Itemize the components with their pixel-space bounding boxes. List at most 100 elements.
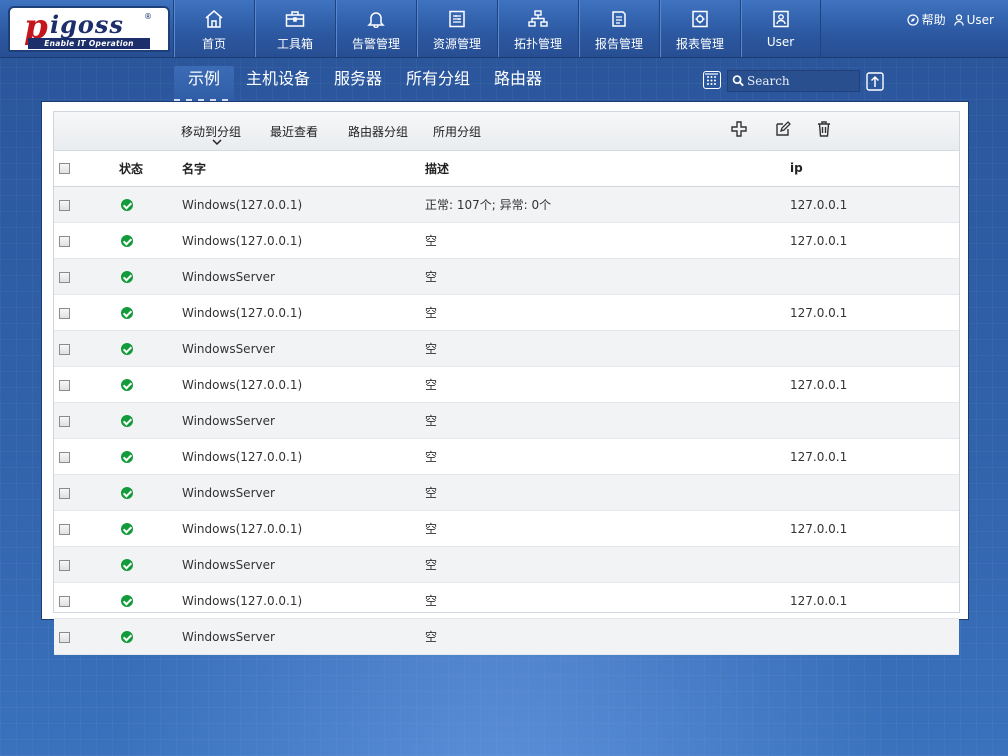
cell-name[interactable]: Windows(127.0.0.1) [181, 438, 424, 475]
row-checkbox[interactable] [59, 523, 70, 535]
row-checkbox[interactable] [59, 487, 70, 499]
cell-ip: 127.0.0.1 [789, 510, 959, 547]
cell-name[interactable]: Windows(127.0.0.1) [181, 294, 424, 331]
tab-hosts[interactable]: 主机设备 [234, 66, 322, 104]
add-icon[interactable] [731, 121, 747, 137]
nav-label: 首页 [201, 37, 226, 51]
cell-name[interactable]: Windows(127.0.0.1) [181, 510, 424, 547]
trash-icon[interactable] [817, 121, 831, 137]
cell-name[interactable]: WindowsServer [181, 546, 424, 583]
home-icon [205, 10, 223, 28]
status-ok-icon [121, 343, 133, 355]
table-row[interactable]: Windows(127.0.0.1) 空 127.0.0.1 [54, 438, 959, 475]
table-row[interactable]: Windows(127.0.0.1) 正常: 107个; 异常: 0个 127.0.… [54, 186, 959, 223]
col-status[interactable]: 状态 [118, 150, 181, 187]
report-icon [612, 11, 626, 27]
cell-name[interactable]: WindowsServer [181, 330, 424, 367]
router-group-button[interactable]: 路由器分组 [348, 123, 408, 140]
cell-name[interactable]: Windows(127.0.0.1) [181, 186, 424, 223]
used-group-button[interactable]: 所用分组 [433, 123, 481, 140]
cell-desc: 空 [424, 330, 789, 367]
row-checkbox[interactable] [59, 415, 70, 427]
row-checkbox[interactable] [59, 343, 70, 355]
move-to-group-button[interactable]: 移动到分组 [181, 123, 241, 140]
user-icon [953, 13, 964, 26]
cell-desc: 正常: 107个; 异常: 0个 [424, 186, 789, 223]
nav-label: 报告管理 [594, 37, 643, 51]
nav-resource[interactable]: 资源管理 [416, 0, 497, 57]
row-checkbox[interactable] [59, 235, 70, 247]
logo[interactable]: p igoss ® Enable IT Operation [8, 6, 170, 52]
cell-name[interactable]: WindowsServer [181, 618, 424, 655]
content-panel: 移动到分组 最近查看 路由器分组 所用分组 状态 名字 描述 ip Window… [41, 101, 969, 655]
cell-desc: 空 [424, 546, 789, 583]
select-all-checkbox[interactable] [59, 163, 70, 174]
nav-toolbox[interactable]: 工具箱 [254, 0, 335, 57]
user-link[interactable]: User [953, 13, 994, 27]
row-checkbox[interactable] [59, 199, 70, 211]
cell-name[interactable]: Windows(127.0.0.1) [181, 582, 424, 619]
col-name[interactable]: 名字 [181, 150, 424, 187]
cell-ip [789, 330, 959, 367]
help-link[interactable]: 帮助 [907, 11, 946, 28]
cell-desc: 空 [424, 366, 789, 403]
table-row[interactable]: WindowsServer 空 [54, 546, 959, 583]
row-checkbox[interactable] [59, 451, 70, 463]
topology-icon [528, 10, 548, 27]
table-row[interactable]: WindowsServer 空 [54, 258, 959, 295]
table-row[interactable]: WindowsServer 空 [54, 474, 959, 511]
row-checkbox[interactable] [59, 559, 70, 571]
grid-view-button[interactable] [703, 71, 721, 89]
table-row[interactable]: WindowsServer 空 [54, 618, 959, 655]
nav-topology[interactable]: 拓扑管理 [497, 0, 578, 57]
table-row[interactable]: Windows(127.0.0.1) 空 127.0.0.1 [54, 366, 959, 403]
cell-desc: 空 [424, 294, 789, 331]
cell-name[interactable]: Windows(127.0.0.1) [181, 222, 424, 259]
cell-ip: 127.0.0.1 [789, 366, 959, 403]
search-icon [732, 75, 744, 87]
logo-registered: ® [144, 12, 152, 21]
upload-icon [866, 72, 884, 91]
status-ok-icon [121, 559, 133, 571]
row-checkbox[interactable] [59, 307, 70, 319]
cell-name[interactable]: WindowsServer [181, 258, 424, 295]
tab-all-groups[interactable]: 所有分组 [394, 66, 482, 104]
col-ip[interactable]: ip [789, 150, 959, 187]
col-desc[interactable]: 描述 [424, 150, 789, 187]
edit-icon[interactable] [775, 121, 791, 137]
nav-user[interactable]: User [740, 0, 821, 57]
recent-view-button[interactable]: 最近查看 [270, 123, 318, 140]
table-row[interactable]: Windows(127.0.0.1) 空 127.0.0.1 [54, 582, 959, 619]
cell-desc: 空 [424, 474, 789, 511]
table-row[interactable]: Windows(127.0.0.1) 空 127.0.0.1 [54, 294, 959, 331]
row-checkbox[interactable] [59, 595, 70, 607]
cell-ip: 127.0.0.1 [789, 438, 959, 475]
status-ok-icon [121, 523, 133, 535]
table-row[interactable]: Windows(127.0.0.1) 空 127.0.0.1 [54, 510, 959, 547]
row-checkbox[interactable] [59, 379, 70, 391]
status-ok-icon [121, 451, 133, 463]
cell-name[interactable]: WindowsServer [181, 474, 424, 511]
cell-name[interactable]: Windows(127.0.0.1) [181, 366, 424, 403]
report-gear-icon [692, 10, 708, 28]
tab-routers[interactable]: 路由器 [482, 66, 554, 104]
device-table: 状态 名字 描述 ip Windows(127.0.0.1) 正常: 107个; … [54, 150, 959, 655]
nav-statement[interactable]: 报表管理 [659, 0, 740, 57]
row-checkbox[interactable] [59, 631, 70, 643]
nav-home[interactable]: 首页 [173, 0, 254, 57]
tab-example[interactable]: 示例 [174, 66, 234, 104]
nav-report[interactable]: 报告管理 [578, 0, 659, 57]
table-row[interactable]: Windows(127.0.0.1) 空 127.0.0.1 [54, 222, 959, 259]
cell-name[interactable]: WindowsServer [181, 402, 424, 439]
cell-desc: 空 [424, 582, 789, 619]
upload-button[interactable] [866, 72, 884, 95]
cell-ip [789, 258, 959, 295]
search-input[interactable] [745, 74, 859, 88]
chevron-down-icon[interactable] [212, 139, 222, 146]
nav-alarm[interactable]: 告警管理 [335, 0, 416, 57]
tab-servers[interactable]: 服务器 [322, 66, 394, 104]
table-row[interactable]: WindowsServer 空 [54, 402, 959, 439]
table-row[interactable]: WindowsServer 空 [54, 330, 959, 367]
cell-ip [789, 402, 959, 439]
row-checkbox[interactable] [59, 271, 70, 283]
